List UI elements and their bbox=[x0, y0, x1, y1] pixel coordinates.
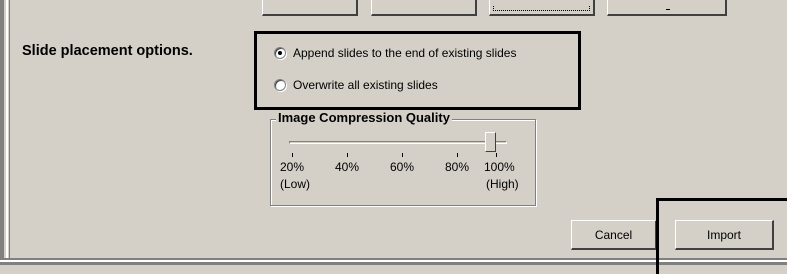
placement-highlight-box bbox=[254, 31, 581, 110]
radio-overwrite-label[interactable]: Overwrite all existing slides bbox=[293, 78, 438, 92]
window-edge-highlight bbox=[6, 0, 8, 258]
top-button-2[interactable] bbox=[371, 0, 477, 16]
tick-label-100: 100% bbox=[484, 160, 515, 174]
slider-tick bbox=[292, 153, 293, 157]
slider-tick bbox=[347, 153, 348, 157]
import-button[interactable]: Import bbox=[675, 220, 774, 250]
top-button-4[interactable] bbox=[607, 0, 727, 16]
image-compression-title: Image Compression Quality bbox=[276, 110, 452, 125]
radio-append-label[interactable]: Append slides to the end of existing sli… bbox=[293, 46, 516, 60]
window-edge-shadow bbox=[9, 0, 10, 258]
radio-selected-dot bbox=[278, 51, 282, 55]
slide-placement-heading: Slide placement options. bbox=[22, 43, 193, 59]
radio-append-slides[interactable]: Append slides to the end of existing sli… bbox=[274, 44, 516, 62]
radio-button-overwrite[interactable] bbox=[274, 79, 286, 91]
quality-slider-thumb[interactable] bbox=[485, 132, 496, 152]
top-button-3[interactable] bbox=[489, 0, 595, 16]
slider-tick bbox=[402, 153, 403, 157]
radio-button-append[interactable] bbox=[274, 47, 286, 59]
tick-label-80: 80% bbox=[445, 160, 470, 174]
cancel-button[interactable]: Cancel bbox=[571, 220, 657, 250]
top-button-1[interactable] bbox=[262, 0, 358, 16]
tick-label-20: 20% bbox=[280, 160, 305, 174]
annotation-line-horizontal bbox=[656, 198, 787, 201]
window-edge bbox=[0, 0, 4, 262]
radio-overwrite-slides[interactable]: Overwrite all existing slides bbox=[274, 76, 438, 94]
tick-label-40: 40% bbox=[335, 160, 360, 174]
low-quality-label: (Low) bbox=[280, 177, 311, 191]
slider-tick bbox=[457, 153, 458, 157]
focus-ring bbox=[493, 6, 590, 11]
tick-label-60: 60% bbox=[390, 160, 415, 174]
quality-slider-track[interactable] bbox=[289, 141, 507, 144]
button-glyph bbox=[666, 9, 670, 10]
annotation-line-vertical bbox=[656, 198, 659, 274]
image-compression-group: Image Compression Quality 20% 40% 60% 80… bbox=[270, 110, 536, 206]
window-bottom-shadow bbox=[0, 262, 787, 265]
slider-tick bbox=[496, 153, 497, 157]
high-quality-label: (High) bbox=[486, 177, 519, 191]
import-options-panel: Slide placement options. Append slides t… bbox=[0, 0, 787, 274]
